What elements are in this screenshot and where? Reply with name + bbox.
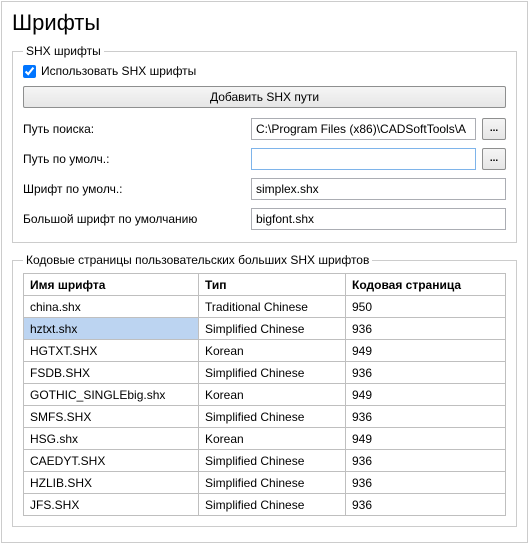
default-path-input[interactable] [251,148,476,170]
default-font-label: Шрифт по умолч.: [23,182,245,196]
cell-name[interactable]: CAEDYT.SHX [24,450,199,472]
fonts-panel: Шрифты SHX шрифты Использовать SHX шрифт… [1,1,528,543]
cell-cp[interactable]: 936 [346,450,506,472]
cell-type[interactable]: Simplified Chinese [199,406,346,428]
col-codepage[interactable]: Кодовая страница [346,274,506,296]
cell-type[interactable]: Korean [199,428,346,450]
use-shx-checkbox[interactable] [23,65,36,78]
cell-type[interactable]: Traditional Chinese [199,296,346,318]
cell-cp[interactable]: 936 [346,494,506,516]
default-path-row: Путь по умолч.: ... [23,148,506,170]
codepages-legend: Кодовые страницы пользовательских больши… [23,253,372,267]
table-row[interactable]: HZLIB.SHXSimplified Chinese936 [24,472,506,494]
table-row[interactable]: HGTXT.SHXKorean949 [24,340,506,362]
cell-name[interactable]: FSDB.SHX [24,362,199,384]
table-row[interactable]: SMFS.SHXSimplified Chinese936 [24,406,506,428]
cell-cp[interactable]: 949 [346,340,506,362]
table-row[interactable]: HSG.shxKorean949 [24,428,506,450]
cell-type[interactable]: Simplified Chinese [199,362,346,384]
cell-cp[interactable]: 936 [346,362,506,384]
cell-name[interactable]: HZLIB.SHX [24,472,199,494]
cell-cp[interactable]: 936 [346,406,506,428]
cell-cp[interactable]: 949 [346,384,506,406]
search-path-label: Путь поиска: [23,122,245,136]
default-font-input[interactable] [251,178,506,200]
cell-name[interactable]: GOTHIC_SINGLEbig.shx [24,384,199,406]
default-path-browse-button[interactable]: ... [482,148,506,170]
search-path-browse-button[interactable]: ... [482,118,506,140]
add-shx-path-button[interactable]: Добавить SHX пути [23,86,506,108]
default-path-label: Путь по умолч.: [23,152,245,166]
cell-cp[interactable]: 936 [346,318,506,340]
cell-type[interactable]: Simplified Chinese [199,494,346,516]
search-path-row: Путь поиска: ... [23,118,506,140]
default-big-font-row: Большой шрифт по умолчанию [23,208,506,230]
cell-cp[interactable]: 949 [346,428,506,450]
table-row[interactable]: JFS.SHXSimplified Chinese936 [24,494,506,516]
table-row[interactable]: CAEDYT.SHXSimplified Chinese936 [24,450,506,472]
cell-name[interactable]: JFS.SHX [24,494,199,516]
page-title: Шрифты [12,10,517,36]
codepages-table[interactable]: Имя шрифта Тип Кодовая страница china.sh… [23,273,506,516]
col-font-name[interactable]: Имя шрифта [24,274,199,296]
default-big-font-label: Большой шрифт по умолчанию [23,212,245,226]
table-row[interactable]: FSDB.SHXSimplified Chinese936 [24,362,506,384]
default-big-font-input[interactable] [251,208,506,230]
codepages-group: Кодовые страницы пользовательских больши… [12,253,517,527]
table-row[interactable]: hztxt.shxSimplified Chinese936 [24,318,506,340]
table-row[interactable]: china.shxTraditional Chinese950 [24,296,506,318]
cell-name[interactable]: china.shx [24,296,199,318]
cell-cp[interactable]: 950 [346,296,506,318]
cell-name[interactable]: hztxt.shx [24,318,199,340]
use-shx-label: Использовать SHX шрифты [41,64,196,78]
cell-name[interactable]: SMFS.SHX [24,406,199,428]
table-header-row: Имя шрифта Тип Кодовая страница [24,274,506,296]
table-row[interactable]: GOTHIC_SINGLEbig.shxKorean949 [24,384,506,406]
col-type[interactable]: Тип [199,274,346,296]
cell-name[interactable]: HGTXT.SHX [24,340,199,362]
cell-type[interactable]: Simplified Chinese [199,472,346,494]
shx-fonts-group: SHX шрифты Использовать SHX шрифты Добав… [12,44,517,243]
search-path-input[interactable] [251,118,476,140]
cell-type[interactable]: Korean [199,384,346,406]
shx-group-legend: SHX шрифты [23,44,104,58]
cell-type[interactable]: Korean [199,340,346,362]
use-shx-row: Использовать SHX шрифты [23,64,506,78]
default-font-row: Шрифт по умолч.: [23,178,506,200]
cell-name[interactable]: HSG.shx [24,428,199,450]
cell-type[interactable]: Simplified Chinese [199,318,346,340]
cell-type[interactable]: Simplified Chinese [199,450,346,472]
codepages-table-wrap: Имя шрифта Тип Кодовая страница china.sh… [23,273,506,516]
cell-cp[interactable]: 936 [346,472,506,494]
